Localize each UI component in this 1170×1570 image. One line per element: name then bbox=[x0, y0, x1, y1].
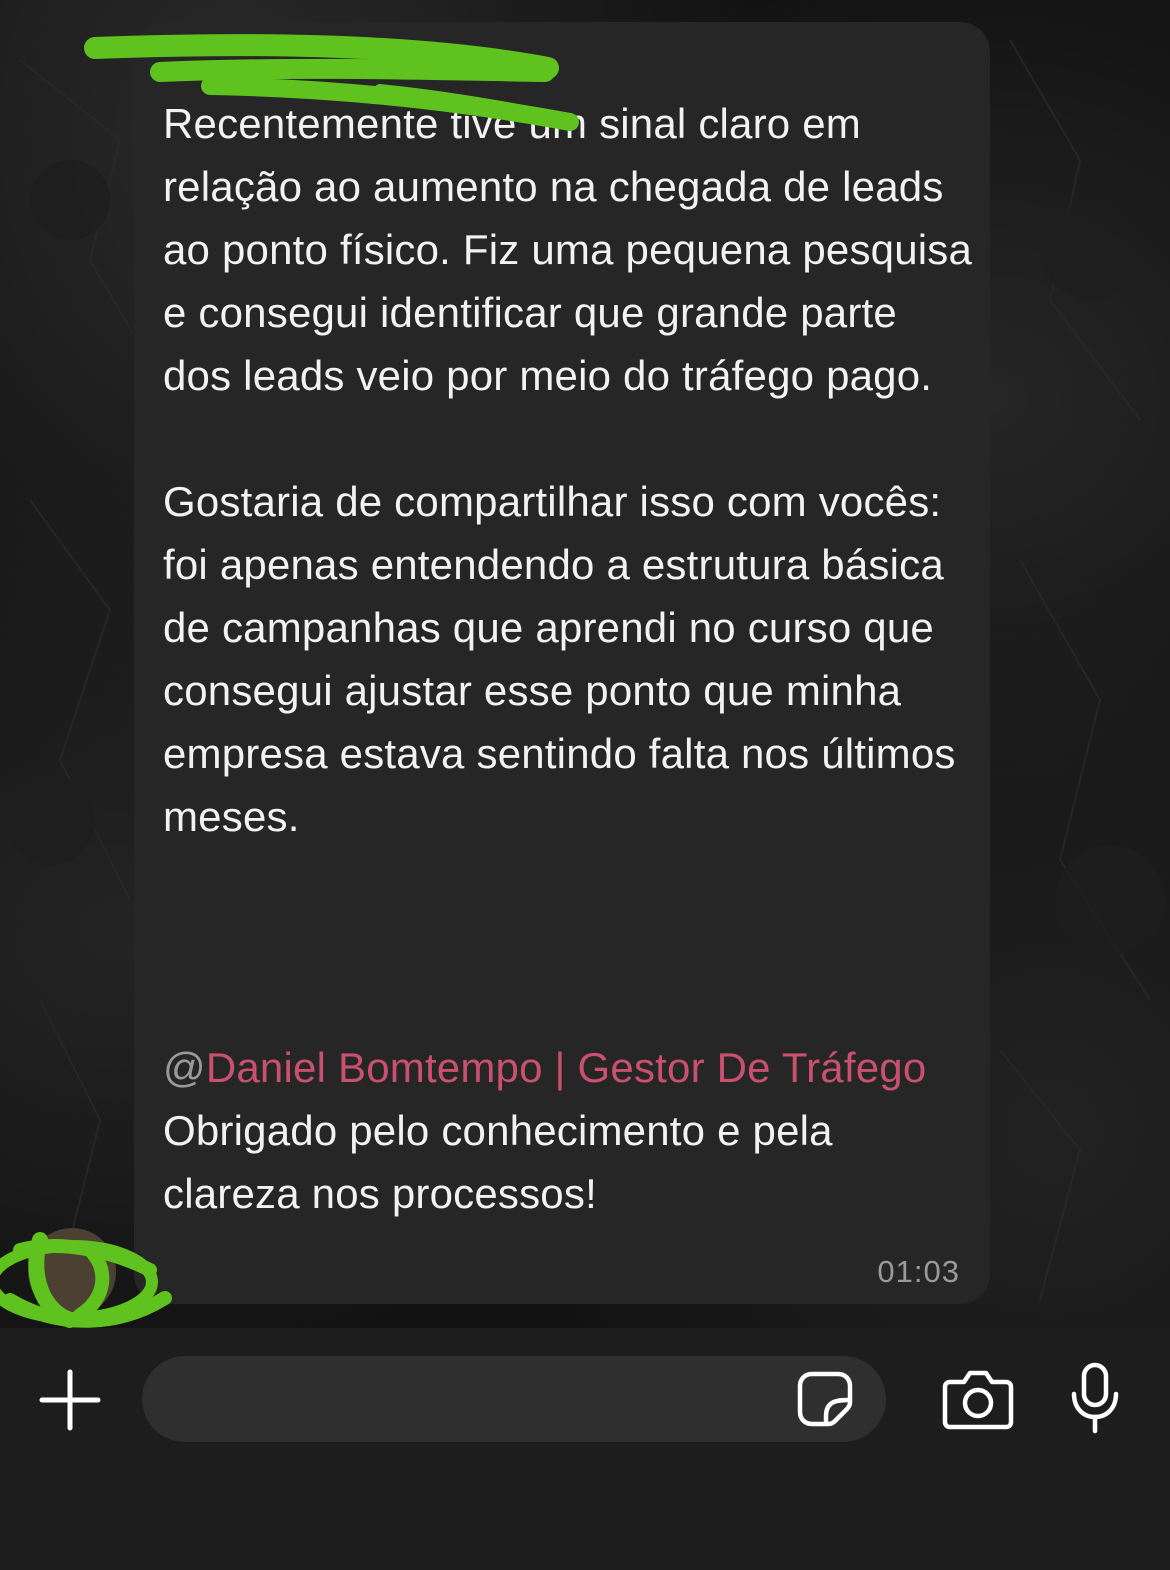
camera-button[interactable] bbox=[938, 1362, 1018, 1436]
add-attachment-button[interactable] bbox=[30, 1360, 110, 1440]
camera-icon bbox=[942, 1370, 1014, 1430]
sticker-button[interactable] bbox=[790, 1364, 860, 1434]
microphone-icon bbox=[1071, 1362, 1119, 1434]
sticker-icon bbox=[797, 1371, 853, 1427]
voice-message-button[interactable] bbox=[1060, 1358, 1130, 1438]
message-input[interactable] bbox=[142, 1356, 886, 1442]
plus-icon bbox=[39, 1369, 101, 1431]
